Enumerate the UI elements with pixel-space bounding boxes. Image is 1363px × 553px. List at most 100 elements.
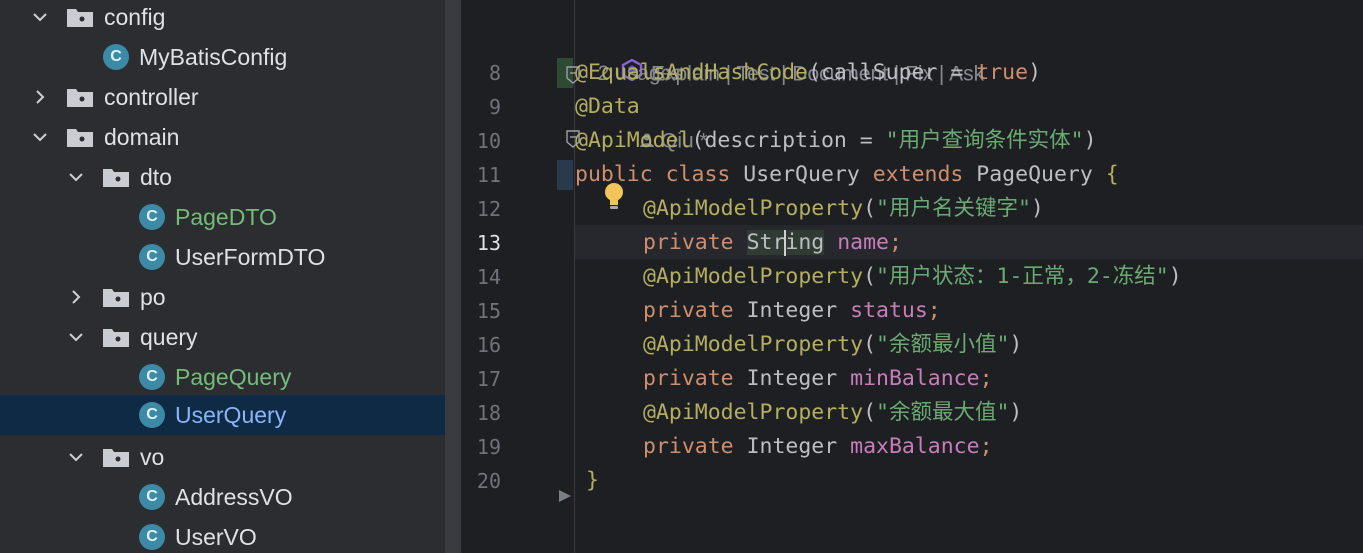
annotation-token: @ApiModelProperty bbox=[643, 264, 864, 289]
code-line-14: @ApiModelProperty("用户状态：1-正常，2-冻结") bbox=[643, 264, 1182, 289]
tree-item-label: UserFormDTO bbox=[175, 243, 326, 270]
keyword-token: private bbox=[643, 366, 747, 391]
tree-item-uservo[interactable]: C UserVO bbox=[0, 517, 445, 553]
tree-item-userformdto[interactable]: C UserFormDTO bbox=[0, 237, 445, 277]
tree-item-label: domain bbox=[104, 123, 180, 150]
annotation-token: @ApiModelProperty bbox=[643, 332, 864, 357]
type-token: Integer bbox=[746, 434, 851, 459]
tree-item-label: dto bbox=[140, 163, 172, 190]
brace-token: { bbox=[1105, 162, 1119, 187]
line-number: 19 bbox=[476, 435, 501, 459]
line-number: 14 bbox=[476, 265, 501, 289]
code-line-8: @EqualsAndHashCode(callSuper = true) bbox=[575, 56, 1041, 90]
code-line-11: public class UserQuery extends PageQuery… bbox=[575, 158, 1119, 192]
keyword-token: true bbox=[976, 60, 1029, 85]
tree-scrollbar[interactable] bbox=[445, 0, 461, 553]
tree-item-dto[interactable]: dto bbox=[0, 157, 445, 197]
class-icon: C bbox=[139, 524, 165, 550]
chevron-down-icon[interactable] bbox=[30, 127, 50, 147]
tree-item-label: query bbox=[140, 323, 198, 350]
code-line-10: @ApiModel(description = "用户查询条件实体") bbox=[575, 124, 1097, 158]
tree-item-controller[interactable]: controller bbox=[0, 77, 445, 117]
tree-item-label: controller bbox=[104, 83, 199, 110]
field-token: status bbox=[850, 298, 928, 323]
type-token: Integer bbox=[746, 298, 851, 323]
class-icon: C bbox=[139, 364, 165, 390]
class-icon: C bbox=[139, 484, 165, 510]
tree-item-addressvo[interactable]: C AddressVO bbox=[0, 477, 445, 517]
lightbulb-icon[interactable] bbox=[603, 182, 625, 216]
folder-icon bbox=[102, 326, 130, 348]
type-token: Str bbox=[746, 230, 786, 255]
project-tree: config C MyBatisConfig controller domain… bbox=[0, 0, 445, 553]
annotation-token: @ApiModelProperty bbox=[643, 400, 864, 425]
line-number-current: 13 bbox=[476, 231, 501, 255]
tree-item-userquery[interactable]: C UserQuery bbox=[0, 395, 445, 435]
string-token: "用户查询条件实体" bbox=[885, 128, 1084, 153]
class-icon: C bbox=[103, 44, 129, 70]
line-number: 20 bbox=[476, 469, 501, 493]
code-line-12: @ApiModelProperty("用户名关键字") bbox=[643, 196, 1044, 221]
code-line-9: @Data bbox=[575, 90, 640, 124]
line-number: 18 bbox=[476, 401, 501, 425]
code-token: (description = bbox=[691, 128, 886, 153]
code-token: (callSuper = bbox=[808, 60, 977, 85]
annotation-token: @EqualsAndHashCode bbox=[575, 60, 808, 85]
folder-icon bbox=[66, 126, 94, 148]
code-line-13: private String name; bbox=[643, 230, 902, 256]
folder-icon bbox=[102, 446, 130, 468]
type-token: ing bbox=[785, 230, 825, 255]
annotation-token: @ApiModelProperty bbox=[643, 196, 864, 221]
tree-item-pagequery[interactable]: C PageQuery bbox=[0, 357, 445, 397]
class-name-token: PageQuery bbox=[976, 162, 1106, 187]
code-line-15: private Integer status; bbox=[643, 298, 941, 323]
tree-item-label: UserQuery bbox=[175, 401, 287, 428]
usages-hint[interactable]: 2 usages Qiu * bbox=[586, 23, 708, 153]
folder-icon bbox=[102, 286, 130, 308]
string-token: "余额最小值" bbox=[876, 332, 1010, 357]
keyword-token: extends bbox=[872, 162, 977, 187]
tree-item-vo[interactable]: vo bbox=[0, 437, 445, 477]
tree-item-label: AddressVO bbox=[175, 483, 293, 510]
line-number: 15 bbox=[476, 299, 501, 323]
ai-actions-hint[interactable]: Explain | Test | Document | Fix | Ask bbox=[586, 0, 984, 86]
line-number: 17 bbox=[476, 367, 501, 391]
tree-item-label: PageQuery bbox=[175, 363, 292, 390]
vcs-change-marker[interactable] bbox=[557, 160, 573, 190]
tree-item-po[interactable]: po bbox=[0, 277, 445, 317]
field-token: name bbox=[837, 230, 889, 255]
tree-item-label: UserVO bbox=[175, 523, 257, 550]
code-line-19: private Integer maxBalance; bbox=[643, 434, 993, 459]
tree-item-domain[interactable]: domain bbox=[0, 117, 445, 157]
tree-item-label: MyBatisConfig bbox=[139, 43, 288, 70]
line-number: 16 bbox=[476, 333, 501, 357]
tree-item-mybatisconfig[interactable]: C MyBatisConfig bbox=[0, 37, 445, 77]
brace-token: } bbox=[586, 468, 599, 493]
code-line-17: private Integer minBalance; bbox=[643, 366, 993, 391]
line-number: 10 bbox=[476, 129, 501, 153]
chevron-right-icon[interactable] bbox=[66, 287, 86, 307]
line-number: 11 bbox=[476, 163, 501, 187]
chevron-down-icon[interactable] bbox=[30, 7, 50, 27]
tree-item-label: vo bbox=[140, 443, 165, 470]
field-token: maxBalance bbox=[850, 434, 980, 459]
fold-end-icon[interactable] bbox=[557, 488, 573, 508]
tree-item-label: config bbox=[104, 3, 166, 30]
keyword-token: private bbox=[643, 298, 747, 323]
tree-item-config[interactable]: config bbox=[0, 0, 445, 37]
chevron-down-icon[interactable] bbox=[66, 167, 86, 187]
tree-item-pagedto[interactable]: C PageDTO bbox=[0, 197, 445, 237]
folder-icon bbox=[66, 6, 94, 28]
class-icon: C bbox=[139, 244, 165, 270]
class-icon: C bbox=[139, 204, 165, 230]
chevron-down-icon[interactable] bbox=[66, 447, 86, 467]
string-token: "用户状态：1-正常，2-冻结" bbox=[876, 264, 1169, 289]
class-name-token: UserQuery bbox=[743, 162, 873, 187]
string-token: "余额最大值" bbox=[876, 400, 1010, 425]
code-line-20: } bbox=[586, 464, 599, 498]
chevron-right-icon[interactable] bbox=[30, 87, 50, 107]
tree-item-query[interactable]: query bbox=[0, 317, 445, 357]
code-token: ) bbox=[1028, 60, 1042, 85]
chevron-down-icon[interactable] bbox=[66, 327, 86, 347]
line-number: 8 bbox=[488, 61, 501, 85]
